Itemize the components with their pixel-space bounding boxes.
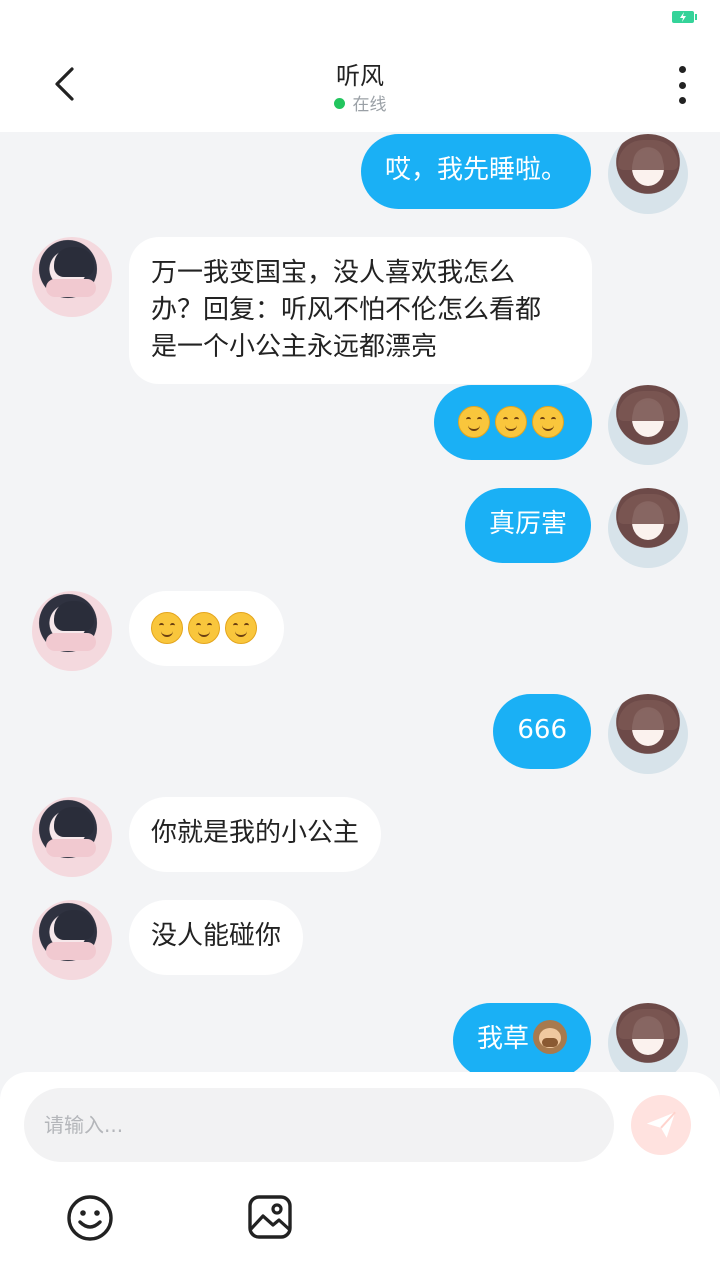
smiling-face-emoji <box>151 611 183 644</box>
more-dot <box>678 97 686 104</box>
message-bubble-sent[interactable]: 我草 <box>452 1003 591 1076</box>
emoji-icon <box>67 1195 113 1241</box>
status-bar <box>0 0 720 36</box>
online-dot-icon <box>333 97 345 109</box>
chat-header: 听风 在线 <box>0 36 720 132</box>
smiling-face-emoji <box>458 405 490 438</box>
message-bubble-received[interactable]: 万一我变国宝，没人喜欢我怎么 办？回复：听风不怕不伦怎么看都 是一个小公主永远都… <box>129 237 592 384</box>
message-bubble-sent[interactable]: 哎，我先睡啦。 <box>360 134 591 209</box>
message-text: 哎，我先睡啦。 <box>384 155 567 185</box>
message-text: 真厉害 <box>488 509 567 539</box>
contact-avatar[interactable] <box>32 797 112 877</box>
contact-avatar[interactable] <box>32 591 112 671</box>
smiling-face-emoji <box>495 405 527 438</box>
more-dot <box>678 66 686 73</box>
message-text-line: 办？回复：听风不怕不伦怎么看都 <box>151 295 542 325</box>
image-button[interactable] <box>247 1194 295 1242</box>
my-avatar[interactable] <box>608 134 688 214</box>
message-bubble-sent[interactable]: 666 <box>493 694 591 769</box>
message-bubble-received[interactable] <box>129 591 284 666</box>
message-text-line: 是一个小公主永远都漂亮 <box>151 332 438 362</box>
message-text: 没人能碰你 <box>151 921 282 951</box>
contact-avatar[interactable] <box>32 237 112 317</box>
send-icon <box>646 1111 676 1138</box>
presence-label: 在线 <box>352 95 387 115</box>
message-input[interactable] <box>24 1088 614 1162</box>
smiling-face-emoji <box>532 405 564 438</box>
my-avatar[interactable] <box>608 488 688 568</box>
presence-status: 在线 <box>0 90 720 115</box>
image-icon <box>248 1195 292 1239</box>
more-dot <box>678 81 686 89</box>
battery-charging-icon <box>672 11 697 23</box>
message-text: 你就是我的小公主 <box>151 818 360 848</box>
message-bubble-sent[interactable] <box>434 385 592 460</box>
message-text: 我草 <box>476 1024 529 1054</box>
message-text: 666 <box>517 715 567 745</box>
smiling-face-emoji <box>225 611 257 644</box>
message-bubble-received[interactable]: 没人能碰你 <box>129 900 304 975</box>
speak-no-evil-monkey-emoji <box>533 1019 567 1054</box>
contact-name: 听风 <box>336 62 384 90</box>
contact-avatar[interactable] <box>32 900 112 980</box>
message-bubble-received[interactable]: 你就是我的小公主 <box>129 797 382 872</box>
my-avatar[interactable] <box>608 385 688 465</box>
message-text-line: 万一我变国宝，没人喜欢我怎么 <box>151 258 516 288</box>
emoji-button[interactable] <box>66 1194 114 1242</box>
send-button[interactable] <box>631 1095 691 1155</box>
message-list[interactable]: 哎，我先睡啦。 万一我变国宝，没人喜欢我怎么 办？回复：听风不怕不伦怎么看都 是… <box>0 132 720 1076</box>
smiling-face-emoji <box>188 611 220 644</box>
my-avatar[interactable] <box>608 694 688 774</box>
message-bubble-sent[interactable]: 真厉害 <box>464 488 591 563</box>
my-avatar[interactable] <box>608 1003 688 1076</box>
composer-bar <box>0 1072 720 1280</box>
more-options-button[interactable] <box>670 66 694 104</box>
